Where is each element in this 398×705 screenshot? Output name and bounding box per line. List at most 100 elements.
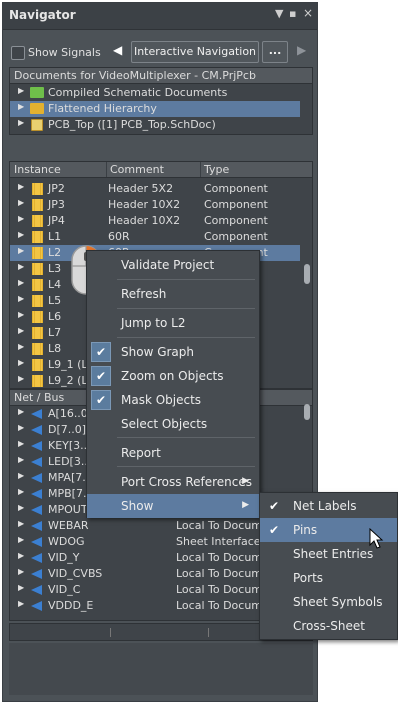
- expand-icon[interactable]: ▶: [18, 278, 24, 287]
- menu-separator: [117, 337, 255, 338]
- submenu-item-net-labels[interactable]: ✔ Net Labels: [260, 494, 397, 518]
- net-icon: [31, 585, 42, 595]
- menu-item-validate-project[interactable]: Validate Project: [87, 253, 259, 277]
- expand-icon[interactable]: ▶: [18, 374, 24, 383]
- checkmark-icon: ✔: [268, 523, 280, 537]
- table-row[interactable]: ▶ JP2 Header 5X2 Component: [10, 181, 300, 197]
- submenu-item-label: Sheet Symbols: [293, 595, 383, 609]
- net-icon: [31, 537, 42, 547]
- expand-icon[interactable]: ▶: [18, 583, 24, 592]
- menu-item-label: Report: [121, 446, 161, 460]
- table-row[interactable]: ▶ WDOG Sheet Interface: [10, 534, 300, 550]
- expand-icon[interactable]: ▶: [18, 567, 24, 576]
- expand-icon[interactable]: ▶: [18, 358, 24, 367]
- scope-cell: Local To Docum: [176, 599, 263, 612]
- expand-icon[interactable]: ▶: [18, 535, 24, 544]
- table-row[interactable]: ▶ WEBAR Local To Docum: [10, 518, 300, 534]
- menu-item-select-objects[interactable]: Select Objects: [87, 412, 259, 436]
- table-row[interactable]: ▶ VDDD_E Local To Docum: [10, 598, 300, 614]
- expand-icon[interactable]: ▶: [18, 487, 24, 496]
- net-icon: [31, 409, 42, 419]
- submenu-item-ports[interactable]: Ports: [260, 566, 397, 590]
- submenu-item-sheet-symbols[interactable]: Sheet Symbols: [260, 590, 397, 614]
- interactive-navigation-button[interactable]: Interactive Navigation: [131, 41, 259, 63]
- submenu-item-cross-sheet[interactable]: Cross-Sheet: [260, 614, 397, 638]
- back-arrow-icon[interactable]: ◀: [113, 43, 122, 57]
- show-signals-checkbox[interactable]: [11, 46, 25, 60]
- list-item[interactable]: ▶ PCB_Top ([1] PCB_Top.SchDoc): [10, 117, 300, 133]
- table-row[interactable]: ▶ JP4 Header 10X2 Component: [10, 213, 300, 229]
- net-icon: [31, 441, 42, 451]
- expand-icon[interactable]: ▶: [18, 407, 24, 416]
- more-button[interactable]: ...: [262, 41, 288, 63]
- net-name-cell: MPA[7..: [48, 471, 90, 484]
- net-name-cell: VID_Y: [48, 551, 80, 564]
- column-header-net-bus[interactable]: Net / Bus: [14, 391, 64, 404]
- menu-item-report[interactable]: Report: [87, 441, 259, 465]
- comment-cell: 60R: [108, 230, 130, 243]
- menu-separator: [117, 466, 255, 467]
- expand-icon[interactable]: ▶: [18, 310, 24, 319]
- menu-item-jump-to-l2[interactable]: Jump to L2: [87, 311, 259, 335]
- pin-icon[interactable]: ▪: [289, 7, 296, 20]
- expand-icon[interactable]: ▶: [18, 198, 24, 207]
- table-row[interactable]: ▶ VID_CVBS Local To Docum: [10, 566, 300, 582]
- expand-icon[interactable]: ▶: [18, 342, 24, 351]
- net-scrollbar[interactable]: [304, 404, 310, 420]
- expand-icon[interactable]: ▶: [18, 551, 24, 560]
- menu-item-label: Port Cross References: [121, 475, 252, 489]
- instance-scrollbar[interactable]: [304, 264, 310, 284]
- expand-icon[interactable]: ▶: [18, 423, 24, 432]
- table-row[interactable]: ▶ VID_Y Local To Docum: [10, 550, 300, 566]
- expand-icon[interactable]: ▶: [18, 102, 24, 111]
- dropdown-icon[interactable]: ▼: [275, 7, 283, 20]
- column-header-instance[interactable]: Instance: [14, 163, 61, 176]
- context-menu: Validate Project Refresh Jump to L2 ✔ Show G…: [86, 250, 260, 518]
- list-item-label: Compiled Schematic Documents: [48, 86, 228, 99]
- list-item[interactable]: ▶ Flattened Hierarchy: [10, 101, 300, 117]
- expand-icon[interactable]: ▶: [18, 230, 24, 239]
- column-header-comment[interactable]: Comment: [106, 162, 164, 177]
- expand-icon[interactable]: ▶: [18, 503, 24, 512]
- expand-icon[interactable]: ▶: [18, 471, 24, 480]
- menu-item-zoom-on-objects[interactable]: ✔ Zoom on Objects: [87, 364, 259, 388]
- net-name-cell: VID_CVBS: [48, 567, 103, 580]
- instance-cell: L6: [48, 310, 62, 323]
- expand-icon[interactable]: ▶: [18, 214, 24, 223]
- menu-item-refresh[interactable]: Refresh: [87, 282, 259, 306]
- bottom-area: [9, 643, 313, 695]
- menu-item-show-graph[interactable]: ✔ Show Graph: [87, 340, 259, 364]
- checkmark-icon: ✔: [268, 499, 280, 513]
- menu-item-mask-objects[interactable]: ✔ Mask Objects: [87, 388, 259, 412]
- list-item-label: Flattened Hierarchy: [48, 102, 157, 115]
- menu-item-show[interactable]: Show ▶: [87, 494, 259, 518]
- menu-separator: [117, 437, 255, 438]
- expand-icon[interactable]: ▶: [18, 182, 24, 191]
- expand-icon[interactable]: ▶: [18, 86, 24, 95]
- table-row[interactable]: ▶ VID_C Local To Docum: [10, 582, 300, 598]
- mouse-cursor-icon: [369, 528, 384, 549]
- table-row[interactable]: ▶ L1 60R Component: [10, 229, 300, 245]
- instance-cell: L8: [48, 342, 62, 355]
- table-row[interactable]: ▶ JP3 Header 10X2 Component: [10, 197, 300, 213]
- forward-arrow-icon[interactable]: ▶: [297, 43, 306, 57]
- documents-header: Documents for VideoMultiplexer - CM.PrjP…: [10, 68, 312, 84]
- expand-icon[interactable]: ▶: [18, 439, 24, 448]
- net-icon: [31, 457, 42, 467]
- expand-icon[interactable]: ▶: [18, 599, 24, 608]
- expand-icon[interactable]: ▶: [18, 294, 24, 303]
- expand-icon[interactable]: ▶: [18, 455, 24, 464]
- menu-item-port-cross-references[interactable]: Port Cross References ▶: [87, 470, 259, 494]
- expand-icon[interactable]: ▶: [18, 118, 24, 127]
- expand-icon[interactable]: ▶: [18, 262, 24, 271]
- column-header-type[interactable]: Type: [200, 162, 229, 177]
- comment-cell: Header 10X2: [108, 198, 181, 211]
- list-item[interactable]: ▶ Compiled Schematic Documents: [10, 85, 300, 101]
- expand-icon[interactable]: ▶: [18, 326, 24, 335]
- show-signals-label: Show Signals: [28, 46, 101, 59]
- expand-icon[interactable]: ▶: [18, 246, 24, 255]
- component-icon: [32, 199, 43, 211]
- close-icon[interactable]: ×: [303, 6, 313, 20]
- net-name-cell: VDDD_E: [48, 599, 94, 612]
- expand-icon[interactable]: ▶: [18, 519, 24, 528]
